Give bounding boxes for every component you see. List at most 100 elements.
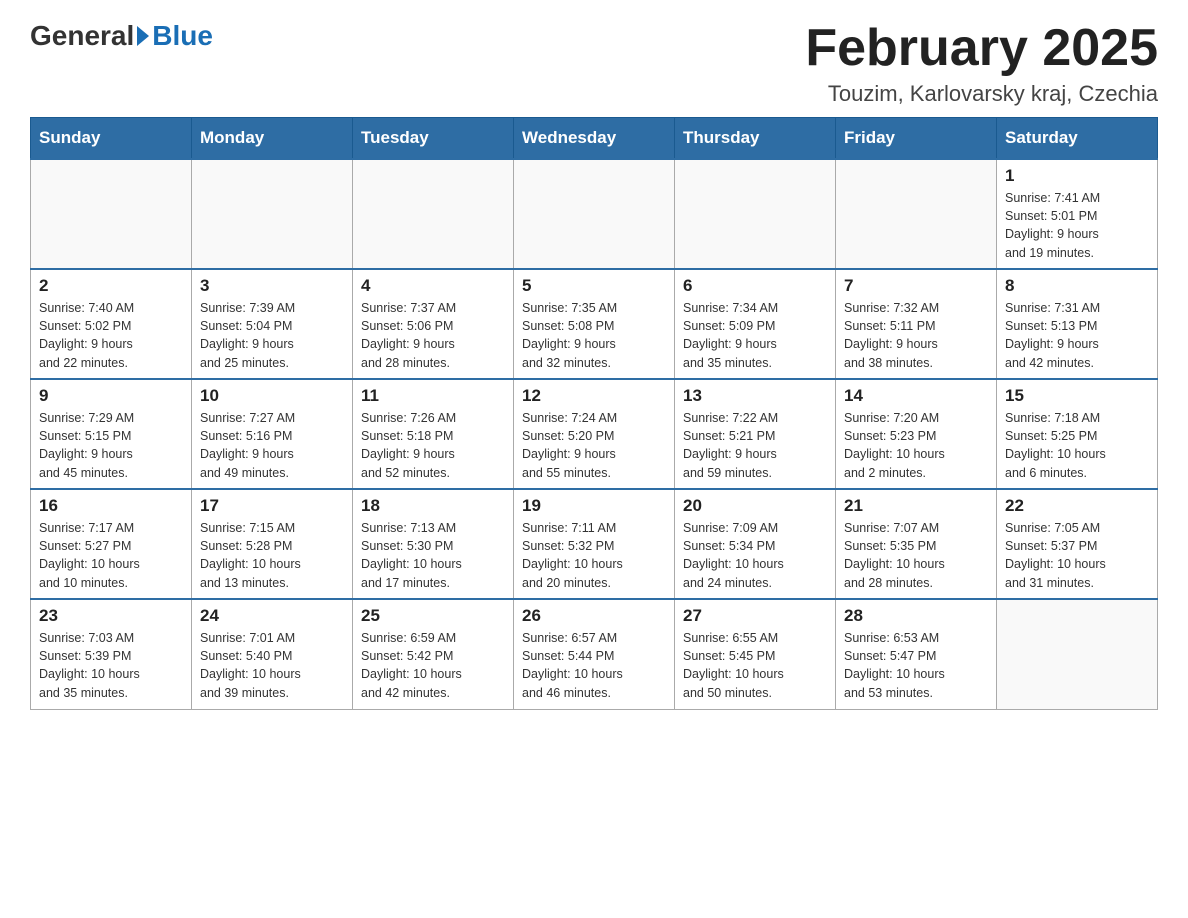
day-number: 12: [522, 386, 666, 406]
calendar-cell-w2-d2: 4Sunrise: 7:37 AM Sunset: 5:06 PM Daylig…: [353, 269, 514, 379]
day-info: Sunrise: 7:20 AM Sunset: 5:23 PM Dayligh…: [844, 409, 988, 482]
day-number: 22: [1005, 496, 1149, 516]
day-number: 15: [1005, 386, 1149, 406]
day-number: 2: [39, 276, 183, 296]
calendar-cell-w4-d3: 19 Sunrise: 7:11 AM Sunset: 5:32 PM Dayli…: [514, 489, 675, 599]
day-info: Sunrise: 7:29 AM Sunset: 5:15 PM Dayligh…: [39, 409, 183, 482]
day-number: 5: [522, 276, 666, 296]
day-number: 1: [1005, 166, 1149, 186]
calendar-cell-w4-d2: 18 Sunrise: 7:13 AM Sunset: 5:30 PM Dayli…: [353, 489, 514, 599]
calendar-cell-w3-d1: 10 Sunrise: 7:27 AM Sunset: 5:16 PM Dayli…: [192, 379, 353, 489]
logo: General Blue: [30, 20, 213, 52]
calendar-week-1: 1 Sunrise: 7:41 AM Sunset: 5:01 PM Daylig…: [31, 159, 1158, 269]
calendar-cell-w1-d3: [514, 159, 675, 269]
day-info: Sunrise: 7:07 AM Sunset: 5:35 PM Dayligh…: [844, 519, 988, 592]
calendar-cell-w5-d5: 28Sunrise: 6:53 AM Sunset: 5:47 PM Dayli…: [836, 599, 997, 709]
calendar-cell-w4-d5: 21Sunrise: 7:07 AM Sunset: 5:35 PM Dayli…: [836, 489, 997, 599]
col-thursday: Thursday: [675, 118, 836, 160]
day-number: 16: [39, 496, 183, 516]
col-friday: Friday: [836, 118, 997, 160]
day-number: 10: [200, 386, 344, 406]
day-info: Sunrise: 7:26 AM Sunset: 5:18 PM Dayligh…: [361, 409, 505, 482]
day-number: 20: [683, 496, 827, 516]
day-number: 6: [683, 276, 827, 296]
calendar-week-4: 16 Sunrise: 7:17 AM Sunset: 5:27 PM Dayli…: [31, 489, 1158, 599]
calendar-week-2: 2 Sunrise: 7:40 AM Sunset: 5:02 PM Daylig…: [31, 269, 1158, 379]
calendar-cell-w5-d4: 27 Sunrise: 6:55 AM Sunset: 5:45 PM Dayli…: [675, 599, 836, 709]
day-number: 23: [39, 606, 183, 626]
calendar-cell-w2-d6: 8 Sunrise: 7:31 AM Sunset: 5:13 PM Daylig…: [997, 269, 1158, 379]
calendar-title: February 2025: [805, 20, 1158, 77]
calendar-header-row: Sunday Monday Tuesday Wednesday Thursday…: [31, 118, 1158, 160]
day-info: Sunrise: 7:05 AM Sunset: 5:37 PM Dayligh…: [1005, 519, 1149, 592]
day-info: Sunrise: 7:39 AM Sunset: 5:04 PM Dayligh…: [200, 299, 344, 372]
col-monday: Monday: [192, 118, 353, 160]
logo-arrow-icon: [137, 26, 149, 46]
day-number: 26: [522, 606, 666, 626]
day-info: Sunrise: 7:03 AM Sunset: 5:39 PM Dayligh…: [39, 629, 183, 702]
calendar-cell-w3-d4: 13 Sunrise: 7:22 AM Sunset: 5:21 PM Dayli…: [675, 379, 836, 489]
calendar-cell-w5-d0: 23 Sunrise: 7:03 AM Sunset: 5:39 PM Dayli…: [31, 599, 192, 709]
logo-general: General: [30, 20, 134, 52]
day-info: Sunrise: 7:27 AM Sunset: 5:16 PM Dayligh…: [200, 409, 344, 482]
calendar-cell-w2-d3: 5 Sunrise: 7:35 AM Sunset: 5:08 PM Daylig…: [514, 269, 675, 379]
day-number: 27: [683, 606, 827, 626]
calendar-cell-w5-d2: 25 Sunrise: 6:59 AM Sunset: 5:42 PM Dayli…: [353, 599, 514, 709]
calendar-cell-w5-d3: 26 Sunrise: 6:57 AM Sunset: 5:44 PM Dayli…: [514, 599, 675, 709]
day-info: Sunrise: 6:59 AM Sunset: 5:42 PM Dayligh…: [361, 629, 505, 702]
day-number: 13: [683, 386, 827, 406]
day-info: Sunrise: 7:11 AM Sunset: 5:32 PM Dayligh…: [522, 519, 666, 592]
calendar-subtitle: Touzim, Karlovarsky kraj, Czechia: [805, 81, 1158, 107]
day-number: 25: [361, 606, 505, 626]
day-info: Sunrise: 7:41 AM Sunset: 5:01 PM Dayligh…: [1005, 189, 1149, 262]
title-block: February 2025 Touzim, Karlovarsky kraj, …: [805, 20, 1158, 107]
calendar-cell-w3-d6: 15 Sunrise: 7:18 AM Sunset: 5:25 PM Dayli…: [997, 379, 1158, 489]
calendar-cell-w3-d5: 14 Sunrise: 7:20 AM Sunset: 5:23 PM Dayli…: [836, 379, 997, 489]
calendar-cell-w4-d1: 17Sunrise: 7:15 AM Sunset: 5:28 PM Dayli…: [192, 489, 353, 599]
calendar-cell-w2-d0: 2 Sunrise: 7:40 AM Sunset: 5:02 PM Daylig…: [31, 269, 192, 379]
day-info: Sunrise: 7:34 AM Sunset: 5:09 PM Dayligh…: [683, 299, 827, 372]
col-sunday: Sunday: [31, 118, 192, 160]
calendar-week-5: 23 Sunrise: 7:03 AM Sunset: 5:39 PM Dayli…: [31, 599, 1158, 709]
day-number: 18: [361, 496, 505, 516]
logo-blue: Blue: [152, 20, 213, 52]
calendar-cell-w1-d6: 1 Sunrise: 7:41 AM Sunset: 5:01 PM Daylig…: [997, 159, 1158, 269]
day-info: Sunrise: 7:22 AM Sunset: 5:21 PM Dayligh…: [683, 409, 827, 482]
day-number: 19: [522, 496, 666, 516]
day-info: Sunrise: 7:32 AM Sunset: 5:11 PM Dayligh…: [844, 299, 988, 372]
col-wednesday: Wednesday: [514, 118, 675, 160]
calendar-cell-w1-d1: [192, 159, 353, 269]
day-info: Sunrise: 7:09 AM Sunset: 5:34 PM Dayligh…: [683, 519, 827, 592]
calendar-cell-w5-d6: [997, 599, 1158, 709]
col-saturday: Saturday: [997, 118, 1158, 160]
day-info: Sunrise: 7:31 AM Sunset: 5:13 PM Dayligh…: [1005, 299, 1149, 372]
day-info: Sunrise: 7:24 AM Sunset: 5:20 PM Dayligh…: [522, 409, 666, 482]
calendar-table: Sunday Monday Tuesday Wednesday Thursday…: [30, 117, 1158, 710]
calendar-cell-w4-d0: 16 Sunrise: 7:17 AM Sunset: 5:27 PM Dayli…: [31, 489, 192, 599]
day-info: Sunrise: 6:55 AM Sunset: 5:45 PM Dayligh…: [683, 629, 827, 702]
day-number: 28: [844, 606, 988, 626]
day-number: 24: [200, 606, 344, 626]
day-info: Sunrise: 7:35 AM Sunset: 5:08 PM Dayligh…: [522, 299, 666, 372]
calendar-cell-w2-d4: 6 Sunrise: 7:34 AM Sunset: 5:09 PM Daylig…: [675, 269, 836, 379]
day-number: 11: [361, 386, 505, 406]
calendar-cell-w3-d0: 9 Sunrise: 7:29 AM Sunset: 5:15 PM Daylig…: [31, 379, 192, 489]
day-number: 7: [844, 276, 988, 296]
calendar-cell-w3-d2: 11 Sunrise: 7:26 AM Sunset: 5:18 PM Dayli…: [353, 379, 514, 489]
day-info: Sunrise: 7:18 AM Sunset: 5:25 PM Dayligh…: [1005, 409, 1149, 482]
day-number: 8: [1005, 276, 1149, 296]
day-number: 3: [200, 276, 344, 296]
day-info: Sunrise: 7:40 AM Sunset: 5:02 PM Dayligh…: [39, 299, 183, 372]
day-number: 14: [844, 386, 988, 406]
day-info: Sunrise: 7:17 AM Sunset: 5:27 PM Dayligh…: [39, 519, 183, 592]
day-number: 9: [39, 386, 183, 406]
calendar-cell-w2-d5: 7 Sunrise: 7:32 AM Sunset: 5:11 PM Daylig…: [836, 269, 997, 379]
calendar-cell-w2-d1: 3 Sunrise: 7:39 AM Sunset: 5:04 PM Daylig…: [192, 269, 353, 379]
day-number: 4: [361, 276, 505, 296]
calendar-cell-w1-d2: [353, 159, 514, 269]
day-info: Sunrise: 7:13 AM Sunset: 5:30 PM Dayligh…: [361, 519, 505, 592]
calendar-cell-w4-d6: 22 Sunrise: 7:05 AM Sunset: 5:37 PM Dayli…: [997, 489, 1158, 599]
day-info: Sunrise: 6:57 AM Sunset: 5:44 PM Dayligh…: [522, 629, 666, 702]
calendar-week-3: 9 Sunrise: 7:29 AM Sunset: 5:15 PM Daylig…: [31, 379, 1158, 489]
calendar-cell-w1-d4: [675, 159, 836, 269]
